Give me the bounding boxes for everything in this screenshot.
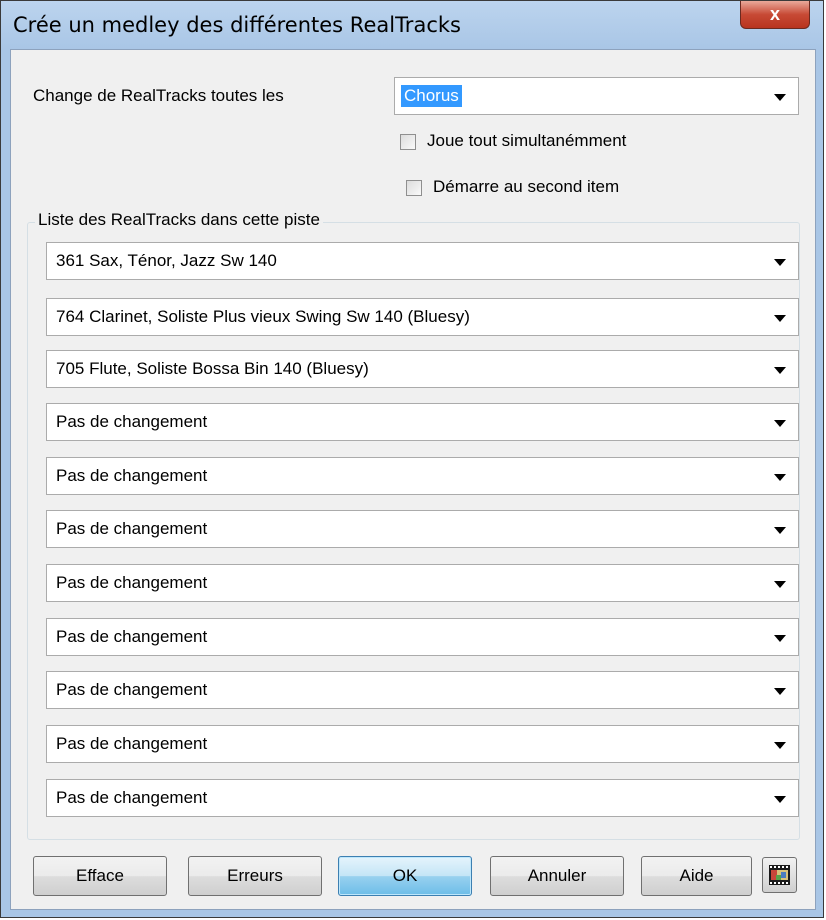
ok-button[interactable]: OK xyxy=(338,856,472,896)
realtrack-dropdown-8[interactable]: Pas de changement xyxy=(46,618,799,656)
chevron-down-icon xyxy=(774,259,786,266)
change-label: Change de RealTracks toutes les xyxy=(33,86,284,105)
realtrack-dropdown-2[interactable]: 764 Clarinet, Soliste Plus vieux Swing S… xyxy=(46,298,799,336)
chevron-down-icon xyxy=(774,581,786,588)
chevron-down-icon xyxy=(774,527,786,534)
realtrack-value: Pas de changement xyxy=(56,627,208,646)
chevron-down-icon xyxy=(774,796,786,803)
cancel-button[interactable]: Annuler xyxy=(490,856,624,896)
play-all-checkbox[interactable] xyxy=(400,134,416,150)
title-bar[interactable]: Crée un medley des différentes RealTrack… xyxy=(1,1,823,49)
realtrack-value: Pas de changement xyxy=(56,680,208,699)
chevron-down-icon xyxy=(774,367,786,374)
realtrack-dropdown-10[interactable]: Pas de changement xyxy=(46,725,799,763)
help-button[interactable]: Aide xyxy=(641,856,752,896)
realtrack-dropdown-11[interactable]: Pas de changement xyxy=(46,779,799,817)
realtrack-dropdown-9[interactable]: Pas de changement xyxy=(46,671,799,709)
chevron-down-icon xyxy=(774,635,786,642)
realtrack-value: 705 Flute, Soliste Bossa Bin 140 (Bluesy… xyxy=(56,359,369,378)
errors-button[interactable]: Erreurs xyxy=(188,856,322,896)
realtrack-dropdown-4[interactable]: Pas de changement xyxy=(46,403,799,441)
chevron-down-icon xyxy=(774,474,786,481)
chevron-down-icon xyxy=(774,94,786,101)
chevron-down-icon xyxy=(774,742,786,749)
close-icon: x xyxy=(769,4,780,24)
chevron-down-icon xyxy=(774,420,786,427)
change-interval-dropdown[interactable]: Chorus xyxy=(394,77,799,115)
realtracks-list-label: Liste des RealTracks dans cette piste xyxy=(35,210,323,230)
clear-button[interactable]: Efface xyxy=(33,856,167,896)
realtrack-dropdown-3[interactable]: 705 Flute, Soliste Bossa Bin 140 (Bluesy… xyxy=(46,350,799,388)
chevron-down-icon xyxy=(774,688,786,695)
chevron-down-icon xyxy=(774,315,786,322)
realtrack-value: Pas de changement xyxy=(56,412,208,431)
close-button[interactable]: x xyxy=(740,1,810,29)
realtrack-value: Pas de changement xyxy=(56,466,208,485)
realtrack-value: 361 Sax, Ténor, Jazz Sw 140 xyxy=(56,251,277,270)
start-second-label: Démarre au second item xyxy=(433,177,620,196)
realtrack-value: Pas de changement xyxy=(56,573,208,592)
change-interval-value: Chorus xyxy=(401,85,462,107)
realtrack-dropdown-1[interactable]: 361 Sax, Ténor, Jazz Sw 140 xyxy=(46,242,799,280)
realtrack-value: Pas de changement xyxy=(56,734,208,753)
window-title: Crée un medley des différentes RealTrack… xyxy=(13,13,461,37)
realtrack-dropdown-6[interactable]: Pas de changement xyxy=(46,510,799,548)
film-icon xyxy=(769,865,790,885)
play-all-label: Joue tout simultanémment xyxy=(427,131,627,150)
realtrack-dropdown-7[interactable]: Pas de changement xyxy=(46,564,799,602)
realtrack-dropdown-5[interactable]: Pas de changement xyxy=(46,457,799,495)
realtrack-value: 764 Clarinet, Soliste Plus vieux Swing S… xyxy=(56,307,470,326)
realtrack-value: Pas de changement xyxy=(56,788,208,807)
realtrack-value: Pas de changement xyxy=(56,519,208,538)
media-button[interactable] xyxy=(762,857,797,893)
start-second-checkbox[interactable] xyxy=(406,180,422,196)
